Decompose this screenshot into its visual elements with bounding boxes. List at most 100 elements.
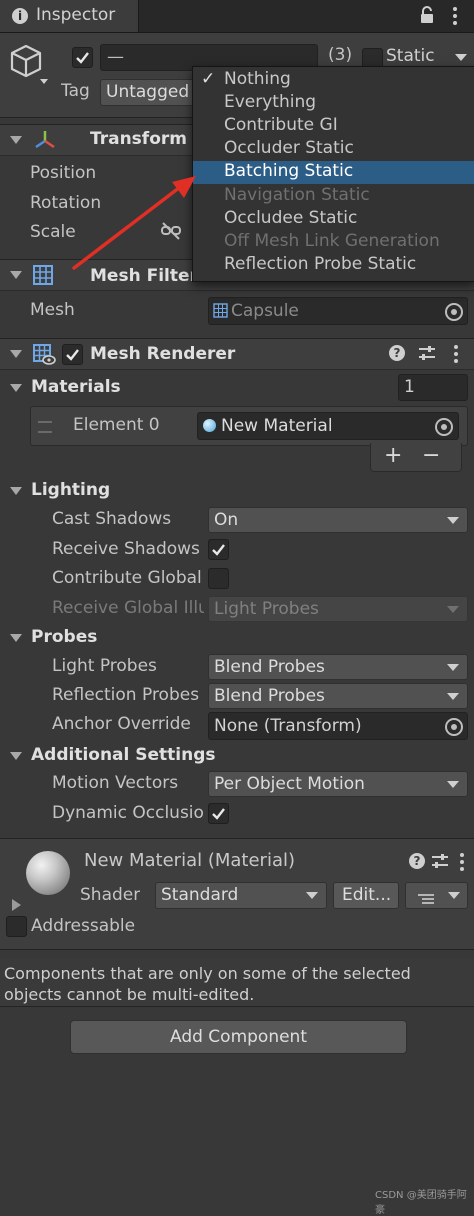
tag-dropdown[interactable]: Untagged [100, 79, 202, 106]
shader-label: Shader [80, 885, 141, 905]
static-flags-menu: ✓ Nothing Everything Contribute GI Occlu… [192, 66, 474, 282]
menu-item-everything[interactable]: Everything [193, 92, 474, 115]
reflection-probes-value: Blend Probes [214, 686, 325, 706]
add-element-button[interactable]: + [384, 443, 402, 468]
motion-vectors-dropdown[interactable]: Per Object Motion [208, 771, 468, 797]
menu-item-label: Occluder Static [224, 138, 354, 158]
cube-icon[interactable] [10, 43, 50, 87]
light-probes-label: Light Probes [52, 656, 157, 676]
additional-settings-label[interactable]: Additional Settings [31, 745, 216, 765]
reflection-probes-label: Reflection Probes [52, 685, 200, 705]
more-options-icon[interactable] [452, 6, 458, 26]
receive-shadows-label: Receive Shadows [52, 539, 200, 559]
multi-edit-notice-text: Components that are only on some of the … [4, 964, 411, 1004]
shader-dropdown[interactable]: Standard [155, 882, 327, 909]
light-probes-dropdown[interactable]: Blend Probes [208, 654, 468, 680]
list-add-remove: + − [370, 443, 462, 472]
static-label[interactable]: Static [386, 46, 435, 66]
element-0-label: Element 0 [73, 415, 160, 435]
mesh-renderer-title: Mesh Renderer [90, 344, 236, 364]
chevron-down-icon [306, 892, 318, 899]
anchor-override-field[interactable]: None (Transform) [208, 712, 468, 740]
menu-item-off-mesh-link: Off Mesh Link Generation [193, 231, 474, 254]
menu-item-reflection-probe-static[interactable]: Reflection Probe Static [193, 254, 474, 277]
lighting-label[interactable]: Lighting [31, 480, 110, 500]
foldout-arrow-icon[interactable] [10, 136, 22, 144]
menu-item-label: Navigation Static [224, 185, 370, 205]
menu-item-label: Reflection Probe Static [224, 254, 417, 274]
menu-item-batching-static[interactable]: Batching Static [193, 161, 474, 184]
check-icon: ✓ [201, 69, 216, 89]
cast-shadows-value: On [214, 510, 239, 530]
menu-item-contribute-gi[interactable]: Contribute GI [193, 115, 474, 138]
transform-icon [34, 129, 56, 151]
help-icon[interactable]: ? [389, 345, 405, 361]
component-menu-icon[interactable] [453, 344, 459, 364]
anchor-override-label: Anchor Override [52, 714, 191, 734]
transform-title: Transform [90, 129, 187, 149]
component-menu-icon[interactable] [459, 852, 465, 872]
cast-shadows-label: Cast Shadows [52, 509, 172, 529]
inspector-tab-title: Inspector [36, 5, 116, 25]
menu-item-occluder-static[interactable]: Occluder Static [193, 138, 474, 161]
shader-options-dropdown[interactable] [405, 882, 468, 909]
receive-shadows-checkbox[interactable] [208, 539, 229, 560]
cast-shadows-dropdown[interactable]: On [208, 507, 468, 533]
menu-item-label: Nothing [224, 69, 291, 89]
element-0-field[interactable]: New Material [197, 412, 459, 440]
active-checkbox[interactable] [72, 47, 93, 68]
motion-vectors-value: Per Object Motion [214, 774, 365, 794]
name-input-value: — [107, 47, 124, 67]
addressable-checkbox[interactable] [6, 916, 27, 937]
mesh-renderer-icon [32, 343, 56, 365]
receive-gi-value: Light Probes [214, 599, 319, 619]
help-icon[interactable]: ? [409, 853, 425, 869]
mesh-renderer-header[interactable]: Mesh Renderer ? [0, 338, 474, 370]
tag-value: Untagged [106, 82, 190, 102]
light-probes-value: Blend Probes [214, 657, 325, 677]
object-picker-icon[interactable] [445, 718, 463, 736]
object-picker-icon[interactable] [445, 303, 463, 321]
inspector-tab[interactable]: i Inspector [0, 0, 139, 32]
presets-icon[interactable] [431, 853, 449, 869]
foldout-arrow-icon[interactable] [10, 271, 22, 279]
edit-shader-label: Edit... [342, 885, 392, 905]
additional-settings-foldout-arrow-icon[interactable] [10, 752, 22, 760]
chevron-down-icon [447, 606, 459, 613]
receive-gi-dropdown: Light Probes [208, 596, 468, 622]
menu-item-nothing[interactable]: ✓ Nothing [193, 69, 474, 92]
foldout-arrow-icon[interactable] [10, 350, 22, 358]
receive-gi-label: Receive Global Illu [52, 598, 204, 618]
add-component-button[interactable]: Add Component [70, 1020, 407, 1054]
materials-foldout-arrow-icon[interactable] [10, 384, 22, 392]
reflection-probes-dropdown[interactable]: Blend Probes [208, 683, 468, 709]
motion-vectors-label: Motion Vectors [52, 773, 179, 793]
menu-item-occludee-static[interactable]: Occludee Static [193, 208, 474, 231]
list-icon [418, 890, 436, 904]
lock-icon[interactable] [420, 6, 434, 24]
watermark: CSDN @美团骑手阿豪 [375, 1190, 467, 1216]
contribute-global-checkbox[interactable] [208, 568, 229, 589]
mesh-renderer-enabled-checkbox[interactable] [62, 344, 83, 365]
edit-shader-button[interactable]: Edit... [333, 882, 399, 909]
add-component-label: Add Component [169, 1027, 307, 1047]
presets-icon[interactable] [418, 345, 436, 361]
mesh-label: Mesh [30, 300, 75, 320]
chevron-down-icon [448, 892, 460, 899]
object-picker-icon[interactable] [435, 418, 453, 436]
menu-item-label: Off Mesh Link Generation [224, 231, 440, 251]
materials-count-field[interactable]: 1 [398, 374, 468, 401]
probes-foldout-arrow-icon[interactable] [10, 634, 22, 642]
mesh-filter-icon [32, 264, 54, 286]
multi-edit-notice: Components that are only on some of the … [0, 958, 474, 1007]
tag-label: Tag [61, 81, 90, 101]
static-dropdown-arrow[interactable] [455, 54, 467, 61]
remove-element-button[interactable]: − [422, 443, 440, 468]
dynamic-occlusion-checkbox[interactable] [208, 803, 229, 824]
materials-label[interactable]: Materials [31, 377, 121, 397]
probes-label[interactable]: Probes [31, 627, 97, 647]
expand-arrow-icon[interactable] [12, 899, 21, 911]
lighting-foldout-arrow-icon[interactable] [10, 487, 22, 495]
drag-handle-icon[interactable] [38, 421, 52, 433]
mesh-field[interactable]: Capsule [208, 297, 468, 325]
